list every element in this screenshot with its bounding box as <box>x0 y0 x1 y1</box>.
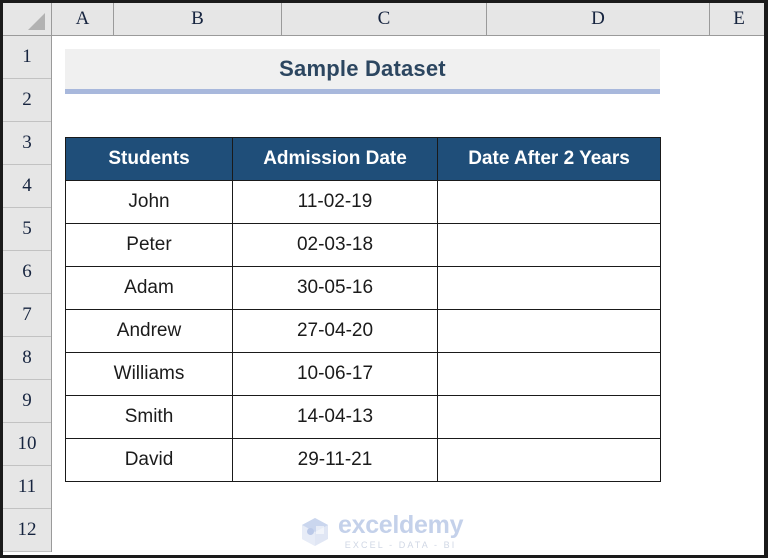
cell-admission-date[interactable]: 11-02-19 <box>232 180 438 224</box>
cell-students[interactable]: Andrew <box>65 309 233 353</box>
row-header-7[interactable]: 7 <box>3 294 51 337</box>
cell-admission-date[interactable]: 30-05-16 <box>232 266 438 310</box>
row-header-10[interactable]: 10 <box>3 423 51 466</box>
table-header-row: Students Admission Date Date After 2 Yea… <box>65 137 661 181</box>
table-row[interactable]: Smith 14-04-13 <box>65 395 661 439</box>
row-header-11[interactable]: 11 <box>3 466 51 509</box>
column-header-d[interactable]: D <box>487 3 710 35</box>
table-row[interactable]: Adam 30-05-16 <box>65 266 661 310</box>
cell-admission-date[interactable]: 29-11-21 <box>232 438 438 482</box>
column-header-c[interactable]: C <box>282 3 487 35</box>
table-row[interactable]: Williams 10-06-17 <box>65 352 661 396</box>
cell-students[interactable]: Peter <box>65 223 233 267</box>
page-title: Sample Dataset <box>279 56 446 81</box>
dataset-table[interactable]: Students Admission Date Date After 2 Yea… <box>65 137 661 482</box>
cell-students[interactable]: John <box>65 180 233 224</box>
cell-date-after-2-years[interactable] <box>437 438 661 482</box>
cell-date-after-2-years[interactable] <box>437 266 661 310</box>
cell-admission-date[interactable]: 10-06-17 <box>232 352 438 396</box>
cell-date-after-2-years[interactable] <box>437 180 661 224</box>
row-header-2[interactable]: 2 <box>3 79 51 122</box>
row-header-1[interactable]: 1 <box>3 36 51 79</box>
column-header-date-after-2-years[interactable]: Date After 2 Years <box>437 137 661 181</box>
cell-admission-date[interactable]: 14-04-13 <box>232 395 438 439</box>
row-header-8[interactable]: 8 <box>3 337 51 380</box>
column-header-row: A B C D E <box>3 3 764 36</box>
table-row[interactable]: John 11-02-19 <box>65 180 661 224</box>
cell-date-after-2-years[interactable] <box>437 395 661 439</box>
cell-students[interactable]: David <box>65 438 233 482</box>
cell-date-after-2-years[interactable] <box>437 223 661 267</box>
column-header-e[interactable]: E <box>710 3 764 35</box>
table-row[interactable]: Andrew 27-04-20 <box>65 309 661 353</box>
row-header-6[interactable]: 6 <box>3 251 51 294</box>
table-row[interactable]: David 29-11-21 <box>65 438 661 482</box>
column-header-a[interactable]: A <box>52 3 114 35</box>
cell-date-after-2-years[interactable] <box>437 352 661 396</box>
row-header-5[interactable]: 5 <box>3 208 51 251</box>
row-header-4[interactable]: 4 <box>3 165 51 208</box>
column-header-students[interactable]: Students <box>65 137 233 181</box>
row-header-9[interactable]: 9 <box>3 380 51 423</box>
select-all-triangle-icon <box>28 13 45 30</box>
spreadsheet-window: A B C D E 1 2 3 4 5 6 7 8 9 10 11 12 Sam… <box>0 0 768 558</box>
row-header-3[interactable]: 3 <box>3 122 51 165</box>
cell-date-after-2-years[interactable] <box>437 309 661 353</box>
cell-admission-date[interactable]: 27-04-20 <box>232 309 438 353</box>
column-header-b[interactable]: B <box>114 3 282 35</box>
cell-students[interactable]: Adam <box>65 266 233 310</box>
select-all-button[interactable] <box>3 3 52 35</box>
dataset-title-banner[interactable]: Sample Dataset <box>65 49 660 94</box>
table-row[interactable]: Peter 02-03-18 <box>65 223 661 267</box>
cell-students[interactable]: Williams <box>65 352 233 396</box>
column-header-admission-date[interactable]: Admission Date <box>232 137 438 181</box>
cell-admission-date[interactable]: 02-03-18 <box>232 223 438 267</box>
row-header-column: 1 2 3 4 5 6 7 8 9 10 11 12 <box>3 36 52 552</box>
cell-students[interactable]: Smith <box>65 395 233 439</box>
row-header-12[interactable]: 12 <box>3 509 51 552</box>
